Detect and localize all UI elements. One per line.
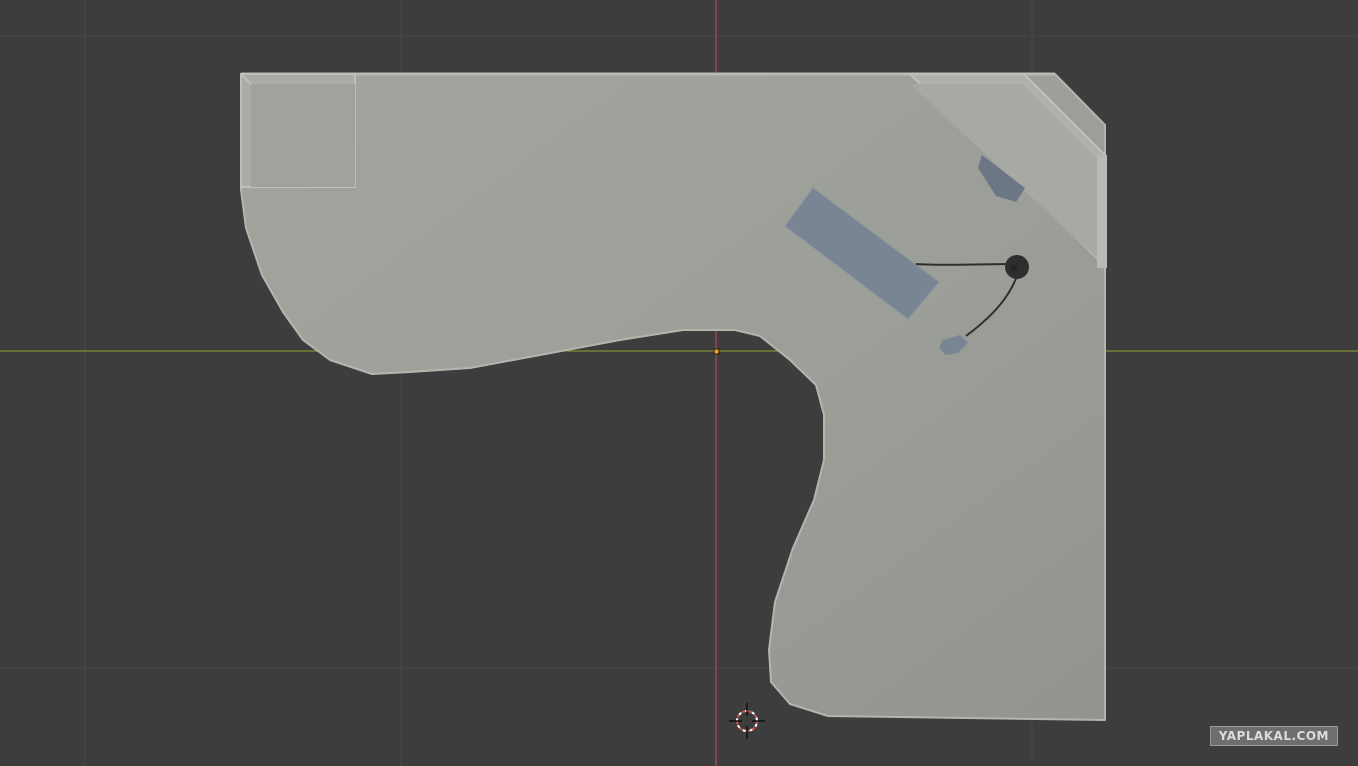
desk-surface[interactable] (240, 73, 1106, 721)
watermark: YAPLAKAL.COM (1209, 726, 1338, 746)
headset-cable (915, 263, 1013, 266)
viewport-canvas[interactable] (0, 0, 1358, 766)
left-monitor[interactable] (240, 73, 356, 188)
3d-cursor-icon[interactable] (729, 703, 765, 739)
3d-viewport[interactable]: YAPLAKAL.COM (0, 0, 1358, 766)
origin-point-icon (713, 348, 720, 355)
headset[interactable] (1005, 255, 1029, 279)
desk[interactable] (240, 72, 1106, 721)
